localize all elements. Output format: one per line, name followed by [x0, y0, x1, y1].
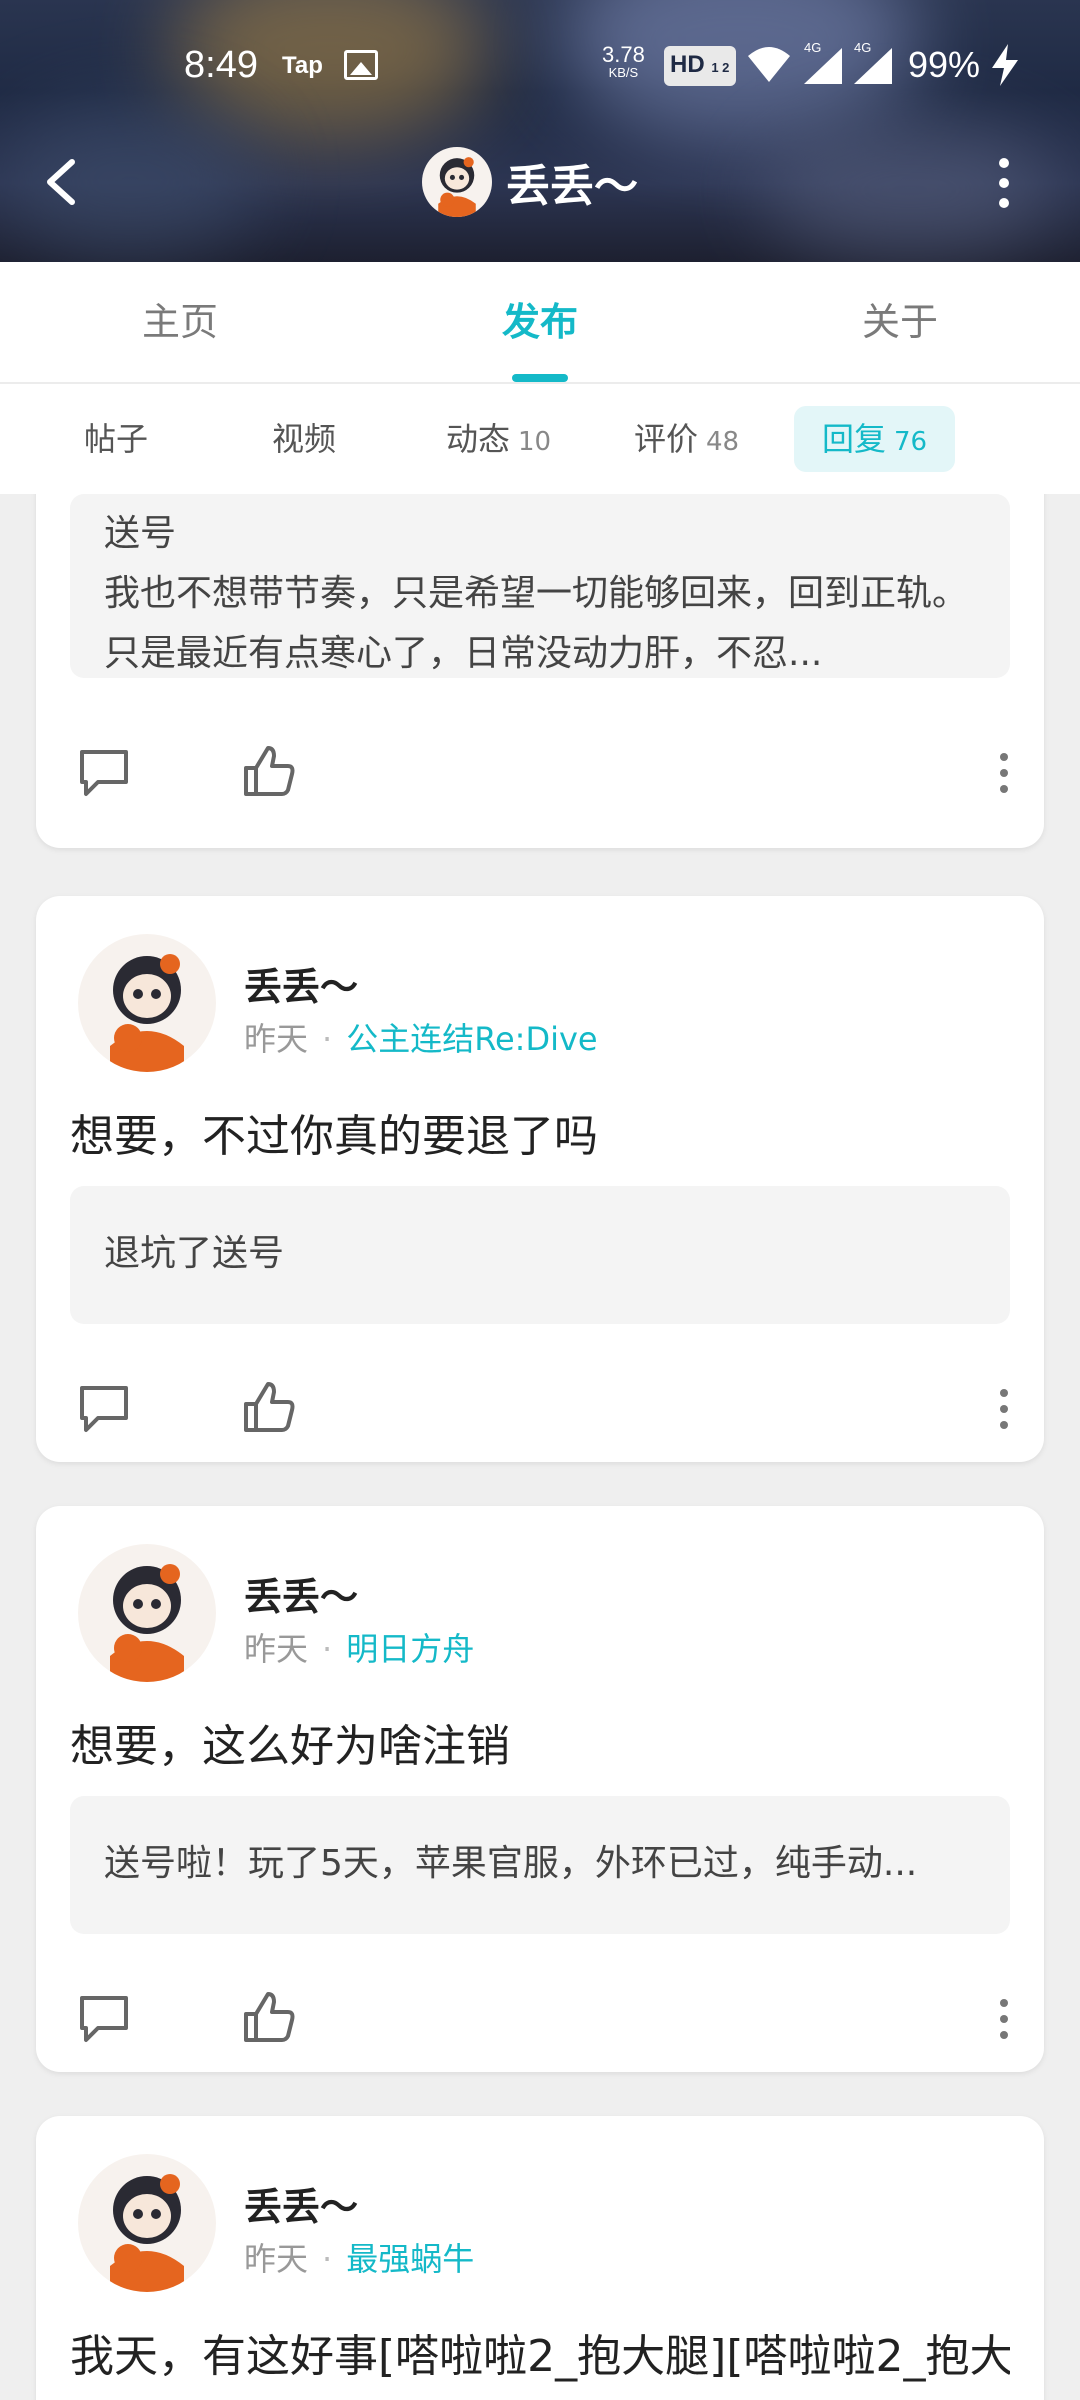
reply-card-header: 丢丢〜 昨天 · 公主连结Re:Dive — [78, 934, 978, 1074]
card-actions — [76, 1990, 1016, 2050]
subtab-replies[interactable]: 回复 76 — [794, 406, 956, 472]
status-bar: 8:49 Tap 3.78 KB/S HD 1 2 4G 4G 99% — [0, 30, 1080, 110]
hd-label: HD — [670, 51, 705, 78]
header-avatar — [422, 147, 492, 217]
subtab-videos[interactable]: 视频 — [244, 406, 364, 472]
quoted-post-body: 我也不想带节奏，只是希望一切能够回来，回到正轨。 只是最近有点寒心了，日常没动力… — [104, 573, 969, 674]
hd-sub: 1 2 — [711, 60, 730, 75]
header-title: 丢丢〜 — [506, 161, 638, 212]
signal-1-label: 4G — [804, 40, 822, 55]
subtab-moments-count: 10 — [518, 427, 552, 457]
username[interactable]: 丢丢〜 — [244, 2176, 358, 2231]
subtab-reviews-label: 评价 — [634, 420, 699, 458]
subtab-moments-label: 动态 — [446, 420, 511, 458]
quoted-post[interactable]: 送号啦！玩了5天，苹果官服，外环已过，纯手动... — [70, 1796, 1010, 1934]
active-tab-indicator — [512, 374, 568, 382]
quoted-post-title: 送号啦！玩了5天，苹果官服，外环已过，纯手动... — [104, 1843, 918, 1884]
reply-feed: 送号 我也不想带节奏，只是希望一切能够回来，回到正轨。 只是最近有点寒心了，日常… — [0, 494, 1080, 2400]
reply-content: 想要，这么好为啥注销 — [70, 1721, 510, 1772]
username[interactable]: 丢丢〜 — [244, 1566, 358, 1621]
post-time: 昨天 — [244, 1020, 309, 1058]
quoted-post-title: 送号 — [104, 513, 177, 554]
quoted-post[interactable]: 退坑了送号 — [70, 1186, 1010, 1324]
subtab-moments[interactable]: 动态 10 — [418, 406, 579, 472]
profile-tabs: 主页 发布 关于 — [0, 262, 1080, 384]
status-time: 8:49 — [184, 44, 258, 86]
game-link[interactable]: 明日方舟 — [346, 1630, 474, 1668]
card-more-icon[interactable] — [992, 1996, 1016, 2044]
subtab-replies-count: 76 — [894, 427, 928, 457]
game-link[interactable]: 公主连结Re:Dive — [346, 1020, 597, 1058]
profile-header: 8:49 Tap 3.78 KB/S HD 1 2 4G 4G 99% 丢丢〜 — [0, 0, 1080, 262]
tab-about[interactable]: 关于 — [800, 262, 1000, 382]
subtab-reviews-count: 48 — [706, 427, 740, 457]
profile-page: 8:49 Tap 3.78 KB/S HD 1 2 4G 4G 99% 丢丢〜 … — [0, 0, 1080, 2400]
reply-content: 想要，不过你真的要退了吗 — [70, 1111, 598, 1162]
quoted-post[interactable]: 送号 我也不想带节奏，只是希望一切能够回来，回到正轨。 只是最近有点寒心了，日常… — [70, 494, 1010, 678]
game-link[interactable]: 最强蜗牛 — [346, 2240, 474, 2278]
reply-content: 我天，有这好事[嗒啦啦2_抱大腿][嗒啦啦2_抱大 — [70, 2331, 1010, 2382]
charging-icon — [992, 44, 1018, 86]
comment-icon[interactable] — [76, 1380, 132, 1436]
post-meta: 昨天 · 明日方舟 — [244, 1630, 475, 1668]
back-arrow-icon[interactable] — [30, 150, 90, 214]
reply-card[interactable]: 送号 我也不想带节奏，只是希望一切能够回来，回到正轨。 只是最近有点寒心了，日常… — [36, 494, 1044, 848]
thumbs-up-icon[interactable] — [240, 742, 296, 800]
card-actions — [76, 744, 1016, 804]
tap-badge: Tap — [282, 52, 323, 79]
thumbs-up-icon[interactable] — [240, 1378, 296, 1436]
battery-level: 99% — [908, 44, 981, 85]
subtab-videos-label: 视频 — [272, 420, 337, 458]
post-meta: 昨天 · 公主连结Re:Dive — [244, 1020, 598, 1058]
comment-icon[interactable] — [76, 1990, 132, 2046]
hd-voice-icon: HD 1 2 — [664, 46, 736, 86]
card-actions — [76, 1380, 1016, 1440]
reply-card[interactable]: 丢丢〜 昨天 · 明日方舟 想要，这么好为啥注销 送号啦！玩了5天，苹果官服，外环已… — [36, 1506, 1044, 2072]
reply-card[interactable]: 丢丢〜 昨天 · 最强蜗牛 我天，有这好事[嗒啦啦2_抱大腿][嗒啦啦2_抱大 — [36, 2116, 1044, 2400]
image-notification-icon — [344, 50, 378, 80]
card-more-icon[interactable] — [992, 1386, 1016, 1434]
post-meta: 昨天 · 最强蜗牛 — [244, 2240, 475, 2278]
subtab-posts-label: 帖子 — [84, 420, 149, 458]
user-avatar[interactable] — [78, 1544, 216, 1682]
comment-icon[interactable] — [76, 744, 132, 800]
post-time: 昨天 — [244, 2240, 309, 2278]
quoted-post-title: 退坑了送号 — [104, 1233, 285, 1274]
signal-2-label: 4G — [854, 40, 872, 55]
subtab-replies-label: 回复 — [822, 420, 887, 458]
subtab-reviews[interactable]: 评价 48 — [606, 406, 767, 472]
wifi-icon — [748, 47, 790, 82]
reply-card[interactable]: 丢丢〜 昨天 · 公主连结Re:Dive 想要，不过你真的要退了吗 退坑了送号 — [36, 896, 1044, 1462]
publish-subtabs: 帖子 视频 动态 10 评价 48 回复 76 — [0, 384, 1080, 494]
subtab-posts[interactable]: 帖子 — [56, 406, 176, 472]
post-time: 昨天 — [244, 1630, 309, 1668]
more-options-icon[interactable] — [986, 152, 1022, 212]
tab-publish[interactable]: 发布 — [440, 262, 640, 382]
tab-home[interactable]: 主页 — [80, 262, 280, 382]
network-speed: 3.78 KB/S — [602, 44, 645, 82]
user-avatar[interactable] — [78, 934, 216, 1072]
reply-card-header: 丢丢〜 昨天 · 最强蜗牛 — [78, 2154, 978, 2294]
username[interactable]: 丢丢〜 — [244, 956, 358, 1011]
thumbs-up-icon[interactable] — [240, 1988, 296, 2046]
reply-card-header: 丢丢〜 昨天 · 明日方舟 — [78, 1544, 978, 1684]
user-avatar[interactable] — [78, 2154, 216, 2292]
card-more-icon[interactable] — [992, 750, 1016, 798]
header-title-group: 丢丢〜 — [422, 146, 638, 218]
